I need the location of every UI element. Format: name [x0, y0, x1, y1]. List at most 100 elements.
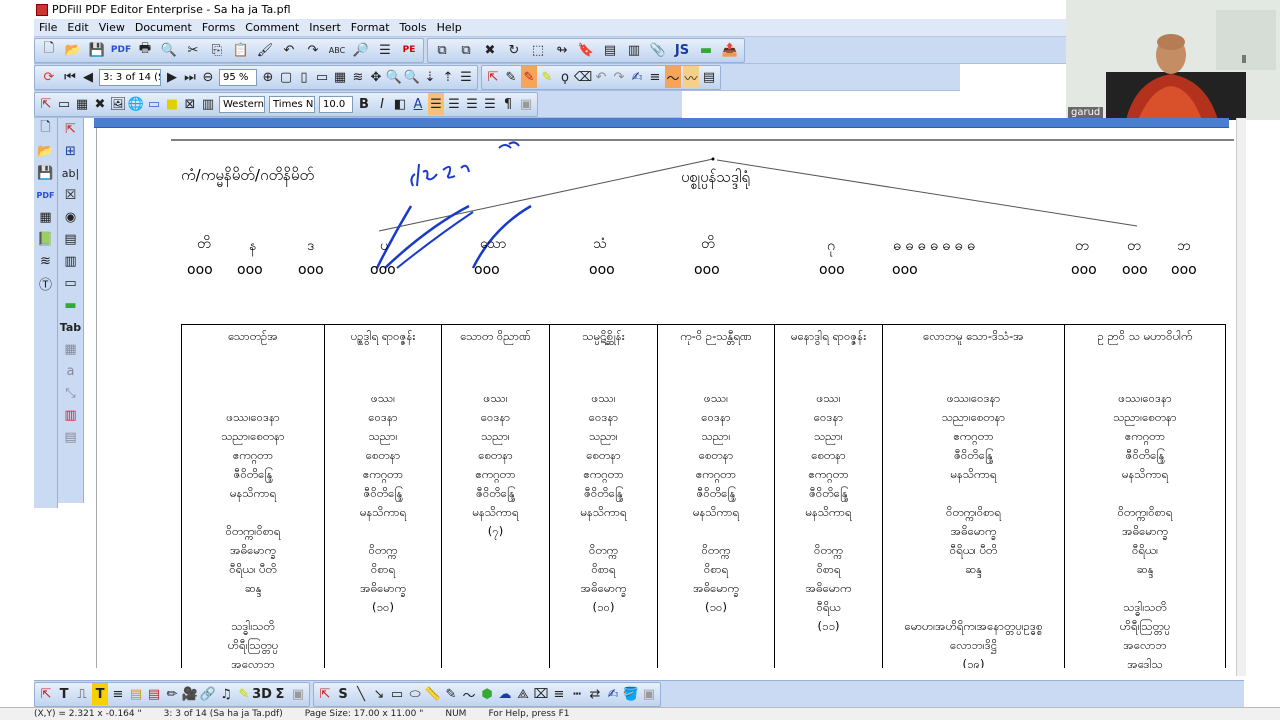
measure-icon[interactable]: 📏 — [425, 683, 441, 705]
wave-icon[interactable]: 〰 — [683, 66, 699, 88]
curve-shape-icon[interactable]: 〜 — [461, 683, 477, 705]
font-field-icon[interactable]: a — [60, 360, 82, 382]
line-color-icon[interactable]: ✍ — [605, 683, 621, 705]
page-selector[interactable]: 3: 3 of 14 (S — [99, 68, 161, 86]
text-field-icon[interactable]: ▭ — [56, 93, 72, 115]
lasso-icon[interactable]: ϙ — [557, 66, 573, 88]
yellow-pencil-icon[interactable]: ✎ — [236, 683, 252, 705]
fit-width-icon[interactable]: ▭ — [314, 66, 330, 88]
textbox-tool-icon[interactable]: T — [92, 683, 108, 705]
menu-edit[interactable]: Edit — [62, 21, 93, 34]
pages-icon[interactable]: ▦ — [35, 206, 57, 228]
bookmark-icon[interactable]: 🔖 — [575, 39, 597, 61]
format-painter-icon[interactable]: 🖌 — [254, 39, 276, 61]
sticky-note-icon[interactable]: ▤ — [146, 683, 162, 705]
calculate-icon[interactable]: ▥ — [60, 404, 82, 426]
export-icon[interactable]: 📤 — [719, 39, 741, 61]
zoom-out-icon[interactable]: ⊖ — [200, 66, 216, 88]
note-icon[interactable]: ▤ — [128, 683, 144, 705]
undo-icon[interactable]: ↶ — [278, 39, 300, 61]
first-page-icon[interactable]: ⏮ — [62, 66, 78, 88]
crop-icon[interactable]: ⬚ — [527, 39, 549, 61]
select-object-icon[interactable]: ⇱ — [38, 93, 54, 115]
duplicate-page-icon[interactable]: ⧉ — [455, 39, 477, 61]
sign-icon[interactable]: S — [335, 683, 351, 705]
menu-help[interactable]: Help — [432, 21, 467, 34]
book-icon[interactable]: 📗 — [35, 228, 57, 250]
curve-icon[interactable]: 〜 — [665, 66, 681, 88]
fill-bucket-icon[interactable]: 🪣 — [623, 683, 639, 705]
select-tool-icon[interactable]: ⇱ — [38, 683, 54, 705]
tab-order-icon[interactable]: Tab — [60, 316, 82, 338]
move-up-icon[interactable]: ⇡ — [440, 66, 456, 88]
magnify-icon[interactable]: 🔍 — [386, 66, 402, 88]
attach-icon[interactable]: 📎 — [647, 39, 669, 61]
select-arrow-icon[interactable]: ⇱ — [485, 66, 501, 88]
italic-icon[interactable]: I — [374, 93, 390, 115]
pan-icon[interactable]: ✥ — [368, 66, 384, 88]
strikeout-icon[interactable]: ≡ — [110, 683, 126, 705]
previous-page-icon[interactable]: ◀ — [80, 66, 96, 88]
sound-icon[interactable]: ♫ — [218, 683, 234, 705]
pdf-icon[interactable]: PDF — [110, 39, 132, 61]
menu-view[interactable]: View — [94, 21, 130, 34]
rotate-page-icon[interactable]: ↻ — [503, 39, 525, 61]
erase-shape-icon[interactable]: ⌧ — [533, 683, 549, 705]
print-icon[interactable]: 🖶 — [134, 39, 156, 61]
dash-style-icon[interactable]: ┅ — [569, 683, 585, 705]
polyline-icon[interactable]: ⟁ — [515, 683, 531, 705]
marker-icon[interactable]: ✎ — [539, 66, 555, 88]
pdf-side-icon[interactable]: PDF — [35, 184, 57, 206]
contrast-icon[interactable]: ◧ — [392, 93, 408, 115]
clear-icon[interactable]: ⊠ — [182, 93, 198, 115]
vertical-scrollbar[interactable] — [1236, 118, 1246, 676]
freehand-icon[interactable]: ✎ — [443, 683, 459, 705]
menu-comment[interactable]: Comment — [240, 21, 304, 34]
align-center-icon[interactable]: ☰ — [446, 93, 462, 115]
print-preview-icon[interactable]: 🔍 — [158, 39, 180, 61]
list-icon[interactable]: ☰ — [458, 66, 474, 88]
line-icon[interactable]: ╲ — [353, 683, 369, 705]
justify-icon[interactable]: ☰ — [482, 93, 498, 115]
bold-icon[interactable]: B — [356, 93, 372, 115]
menu-format[interactable]: Format — [346, 21, 395, 34]
globe-icon[interactable]: 🌐 — [128, 93, 144, 115]
barcode-icon[interactable]: ▬ — [60, 294, 82, 316]
delete-object-icon[interactable]: ✖ — [92, 93, 108, 115]
pencil-tool-icon[interactable]: ✏ — [164, 683, 180, 705]
pdf-export-icon[interactable]: PE — [398, 39, 420, 61]
checkbox-icon[interactable]: ☒ — [60, 184, 82, 206]
fit-page-icon[interactable]: ▯ — [296, 66, 312, 88]
image-icon[interactable]: 🖼 — [110, 93, 127, 115]
ellipse-icon[interactable]: ⬭ — [407, 683, 423, 705]
polygon-icon[interactable]: ⬢ — [479, 683, 495, 705]
properties-icon[interactable]: ☰ — [374, 39, 396, 61]
align-left-icon[interactable]: ☰ — [428, 93, 444, 115]
magnify-area-icon[interactable]: 🔍 — [404, 66, 420, 88]
copy-icon[interactable]: ⎘ — [206, 39, 228, 61]
eraser-icon[interactable]: ⌫ — [574, 66, 592, 88]
fill-color-icon[interactable]: ■ — [164, 93, 180, 115]
zoom-selector[interactable]: 95 % — [219, 68, 257, 86]
header-footer-icon[interactable]: ▤ — [599, 39, 621, 61]
disabled-shape-icon[interactable]: ▣ — [641, 683, 657, 705]
delete-page-icon[interactable]: ✖ — [479, 39, 501, 61]
undo-annotation-icon[interactable]: ↶ — [593, 66, 609, 88]
open-icon[interactable]: 📂 — [35, 140, 57, 162]
resize-icon[interactable]: ⤡ — [60, 382, 82, 404]
3d-icon[interactable]: 3D — [252, 683, 272, 705]
rectangle-icon[interactable]: ▭ — [146, 93, 162, 115]
menu-insert[interactable]: Insert — [304, 21, 346, 34]
zoom-in-icon[interactable]: ⊕ — [260, 66, 276, 88]
line-width-icon[interactable]: ≡ — [647, 66, 663, 88]
combo-box-icon[interactable]: ▥ — [60, 250, 82, 272]
cloud-icon[interactable]: ☁ — [497, 683, 513, 705]
redo-icon[interactable]: ↷ — [302, 39, 324, 61]
signature-icon[interactable]: ✍ — [629, 66, 645, 88]
rectangle-shape-icon[interactable]: ▭ — [389, 683, 405, 705]
link-icon[interactable]: 🔗 — [200, 683, 216, 705]
font-color-icon[interactable]: A — [410, 93, 426, 115]
disabled-tool-icon[interactable]: ▣ — [518, 93, 534, 115]
last-page-icon[interactable]: ⏭ — [182, 66, 198, 88]
layers-icon[interactable]: ≋ — [350, 66, 366, 88]
